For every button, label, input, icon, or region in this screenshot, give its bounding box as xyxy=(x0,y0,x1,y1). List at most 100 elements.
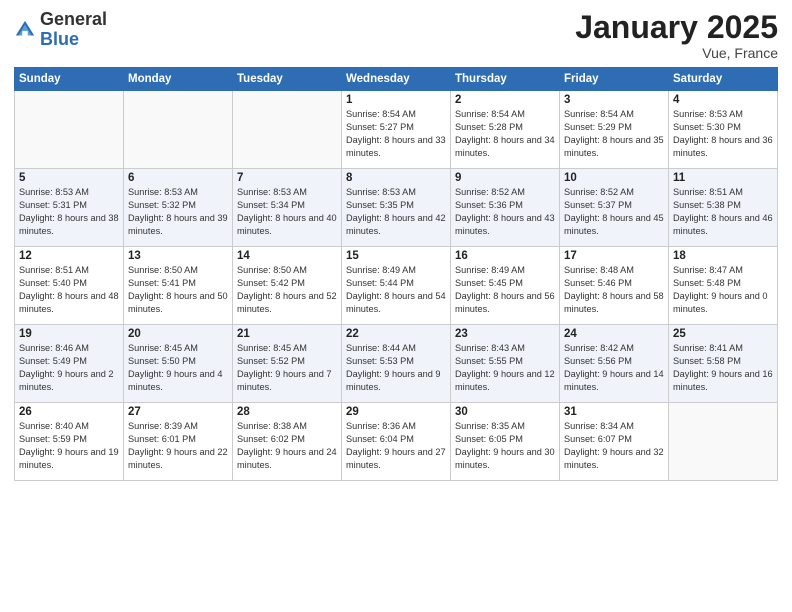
page: General Blue January 2025 Vue, France Su… xyxy=(0,0,792,612)
table-row: 10Sunrise: 8:52 AMSunset: 5:37 PMDayligh… xyxy=(560,169,669,247)
day-info: Sunrise: 8:53 AMSunset: 5:34 PMDaylight:… xyxy=(237,186,337,238)
table-row: 30 Sunrise: 8:35 AMSunset: 6:05 PMDayligh… xyxy=(451,403,560,481)
day-info: Sunrise: 8:54 AMSunset: 5:27 PMDaylight:… xyxy=(346,108,446,160)
header: General Blue January 2025 Vue, France xyxy=(14,10,778,61)
calendar-header-row: Sunday Monday Tuesday Wednesday Thursday… xyxy=(15,68,778,91)
col-wednesday: Wednesday xyxy=(342,68,451,91)
day-number: 2 xyxy=(455,94,555,106)
table-row: 2 Sunrise: 8:54 AMSunset: 5:28 PMDaylight… xyxy=(451,91,560,169)
day-number: 3 xyxy=(564,94,664,106)
calendar-week-row: 1Sunrise: 8:54 AMSunset: 5:27 PMDaylight… xyxy=(15,91,778,169)
day-number: 13 xyxy=(128,250,228,262)
col-saturday: Saturday xyxy=(669,68,778,91)
logo-icon xyxy=(14,19,36,41)
day-info: Sunrise: 8:45 AMSunset: 5:50 PMDaylight:… xyxy=(128,342,228,394)
day-number: 24 xyxy=(564,328,664,340)
table-row: 4 Sunrise: 8:53 AMSunset: 5:30 PMDaylight… xyxy=(669,91,778,169)
calendar-week-row: 5Sunrise: 8:53 AMSunset: 5:31 PMDaylight… xyxy=(15,169,778,247)
day-number: 10 xyxy=(564,172,664,184)
month-title: January 2025 xyxy=(575,10,778,45)
table-row: 28 Sunrise: 8:38 AMSunset: 6:02 PMDayligh… xyxy=(233,403,342,481)
table-row: 22Sunrise: 8:44 AMSunset: 5:53 PMDayligh… xyxy=(342,325,451,403)
day-info: Sunrise: 8:49 AMSunset: 5:44 PMDaylight:… xyxy=(346,264,446,316)
day-info: Sunrise: 8:39 AMSunset: 6:01 PMDaylight:… xyxy=(128,420,228,472)
table-row: 12Sunrise: 8:51 AMSunset: 5:40 PMDayligh… xyxy=(15,247,124,325)
table-row: 15 Sunrise: 8:49 AMSunset: 5:44 PMDayligh… xyxy=(342,247,451,325)
table-row: 20 Sunrise: 8:45 AMSunset: 5:50 PMDayligh… xyxy=(124,325,233,403)
day-number: 21 xyxy=(237,328,337,340)
day-number: 20 xyxy=(128,328,228,340)
day-info: Sunrise: 8:47 AMSunset: 5:48 PMDaylight:… xyxy=(673,264,773,316)
table-row: 24 Sunrise: 8:42 AMSunset: 5:56 PMDayligh… xyxy=(560,325,669,403)
table-row: 6Sunrise: 8:53 AMSunset: 5:32 PMDaylight… xyxy=(124,169,233,247)
day-number: 17 xyxy=(564,250,664,262)
day-info: Sunrise: 8:50 AMSunset: 5:41 PMDaylight:… xyxy=(128,264,228,316)
table-row: 8Sunrise: 8:53 AMSunset: 5:35 PMDaylight… xyxy=(342,169,451,247)
day-info: Sunrise: 8:50 AMSunset: 5:42 PMDaylight:… xyxy=(237,264,337,316)
day-info: Sunrise: 8:54 AMSunset: 5:28 PMDaylight:… xyxy=(455,108,555,160)
day-info: Sunrise: 8:44 AMSunset: 5:53 PMDaylight:… xyxy=(346,342,446,394)
day-number: 31 xyxy=(564,406,664,418)
day-number: 30 xyxy=(455,406,555,418)
table-row: 16 Sunrise: 8:49 AMSunset: 5:45 PMDayligh… xyxy=(451,247,560,325)
day-number: 4 xyxy=(673,94,773,106)
day-info: Sunrise: 8:42 AMSunset: 5:56 PMDaylight:… xyxy=(564,342,664,394)
table-row: 14 Sunrise: 8:50 AMSunset: 5:42 PMDayligh… xyxy=(233,247,342,325)
day-number: 18 xyxy=(673,250,773,262)
title-block: January 2025 Vue, France xyxy=(575,10,778,61)
day-info: Sunrise: 8:53 AMSunset: 5:35 PMDaylight:… xyxy=(346,186,446,238)
col-tuesday: Tuesday xyxy=(233,68,342,91)
day-number: 25 xyxy=(673,328,773,340)
day-info: Sunrise: 8:36 AMSunset: 6:04 PMDaylight:… xyxy=(346,420,446,472)
day-number: 15 xyxy=(346,250,446,262)
day-number: 9 xyxy=(455,172,555,184)
day-info: Sunrise: 8:35 AMSunset: 6:05 PMDaylight:… xyxy=(455,420,555,472)
table-row: 26Sunrise: 8:40 AMSunset: 5:59 PMDayligh… xyxy=(15,403,124,481)
table-row: 18 Sunrise: 8:47 AMSunset: 5:48 PMDayligh… xyxy=(669,247,778,325)
day-number: 14 xyxy=(237,250,337,262)
table-row: 25 Sunrise: 8:41 AMSunset: 5:58 PMDayligh… xyxy=(669,325,778,403)
table-row: 21 Sunrise: 8:45 AMSunset: 5:52 PMDayligh… xyxy=(233,325,342,403)
col-thursday: Thursday xyxy=(451,68,560,91)
day-info: Sunrise: 8:46 AMSunset: 5:49 PMDaylight:… xyxy=(19,342,119,394)
table-row xyxy=(124,91,233,169)
day-info: Sunrise: 8:51 AMSunset: 5:38 PMDaylight:… xyxy=(673,186,773,238)
col-sunday: Sunday xyxy=(15,68,124,91)
calendar-week-row: 12Sunrise: 8:51 AMSunset: 5:40 PMDayligh… xyxy=(15,247,778,325)
day-number: 23 xyxy=(455,328,555,340)
day-info: Sunrise: 8:52 AMSunset: 5:36 PMDaylight:… xyxy=(455,186,555,238)
day-number: 6 xyxy=(128,172,228,184)
logo-general-text: General xyxy=(40,9,107,29)
day-number: 28 xyxy=(237,406,337,418)
day-info: Sunrise: 8:34 AMSunset: 6:07 PMDaylight:… xyxy=(564,420,664,472)
table-row: 1Sunrise: 8:54 AMSunset: 5:27 PMDaylight… xyxy=(342,91,451,169)
table-row xyxy=(15,91,124,169)
day-number: 27 xyxy=(128,406,228,418)
table-row: 5Sunrise: 8:53 AMSunset: 5:31 PMDaylight… xyxy=(15,169,124,247)
logo: General Blue xyxy=(14,10,107,50)
day-number: 26 xyxy=(19,406,119,418)
day-number: 11 xyxy=(673,172,773,184)
table-row: 3 Sunrise: 8:54 AMSunset: 5:29 PMDaylight… xyxy=(560,91,669,169)
day-number: 29 xyxy=(346,406,446,418)
day-number: 16 xyxy=(455,250,555,262)
table-row: 9 Sunrise: 8:52 AMSunset: 5:36 PMDaylight… xyxy=(451,169,560,247)
day-info: Sunrise: 8:49 AMSunset: 5:45 PMDaylight:… xyxy=(455,264,555,316)
col-monday: Monday xyxy=(124,68,233,91)
day-info: Sunrise: 8:53 AMSunset: 5:30 PMDaylight:… xyxy=(673,108,773,160)
table-row: 29 Sunrise: 8:36 AMSunset: 6:04 PMDayligh… xyxy=(342,403,451,481)
day-number: 7 xyxy=(237,172,337,184)
day-info: Sunrise: 8:51 AMSunset: 5:40 PMDaylight:… xyxy=(19,264,119,316)
table-row: 17Sunrise: 8:48 AMSunset: 5:46 PMDayligh… xyxy=(560,247,669,325)
table-row xyxy=(233,91,342,169)
day-number: 19 xyxy=(19,328,119,340)
day-info: Sunrise: 8:54 AMSunset: 5:29 PMDaylight:… xyxy=(564,108,664,160)
day-info: Sunrise: 8:45 AMSunset: 5:52 PMDaylight:… xyxy=(237,342,337,394)
day-info: Sunrise: 8:38 AMSunset: 6:02 PMDaylight:… xyxy=(237,420,337,472)
col-friday: Friday xyxy=(560,68,669,91)
day-info: Sunrise: 8:41 AMSunset: 5:58 PMDaylight:… xyxy=(673,342,773,394)
location: Vue, France xyxy=(575,45,778,61)
day-info: Sunrise: 8:43 AMSunset: 5:55 PMDaylight:… xyxy=(455,342,555,394)
table-row: 31 Sunrise: 8:34 AMSunset: 6:07 PMDayligh… xyxy=(560,403,669,481)
table-row: 13 Sunrise: 8:50 AMSunset: 5:41 PMDayligh… xyxy=(124,247,233,325)
